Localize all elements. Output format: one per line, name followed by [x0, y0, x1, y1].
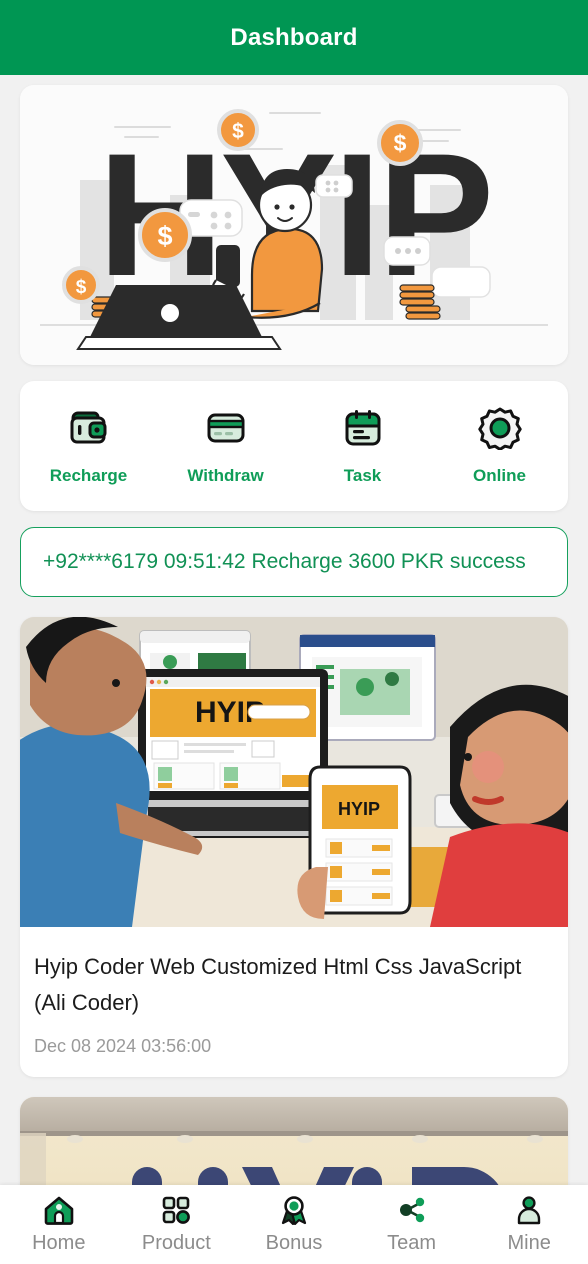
share-network-icon: [399, 1197, 424, 1222]
medal-icon: [281, 1195, 307, 1225]
news-title: Hyip Coder Web Customized Html Css JavaS…: [34, 954, 522, 1016]
tab-label: Bonus: [265, 1231, 323, 1254]
tab-bonus[interactable]: Bonus: [235, 1195, 353, 1255]
svg-text:$: $: [394, 130, 407, 156]
action-label: Online: [473, 466, 526, 485]
notice-banner[interactable]: +92****6179 09:51:42 Recharge 3600 PKR s…: [20, 527, 568, 597]
person-icon: [517, 1195, 541, 1224]
action-online[interactable]: Online: [445, 406, 555, 486]
tab-product[interactable]: Product: [118, 1195, 236, 1255]
news-date: Dec 08 2024 03:56:00: [34, 1035, 212, 1056]
news-card[interactable]: HYIP HYIP Hyip Coder Web Customized Html…: [20, 617, 568, 1077]
tab-label: Home: [32, 1231, 86, 1254]
notice-text: +92****6179 09:51:42 Recharge 3600 PKR s…: [43, 550, 526, 573]
action-label: Withdraw: [187, 466, 264, 485]
tab-home[interactable]: Home: [0, 1195, 118, 1255]
svg-text:$: $: [76, 277, 87, 298]
bottom-navigation: Home Product Bonus Team Mine: [0, 1185, 588, 1264]
tab-team[interactable]: Team: [353, 1195, 471, 1255]
page-title: Dashboard: [230, 23, 358, 51]
action-label: Task: [343, 466, 382, 485]
app-header: Dashboard: [0, 0, 588, 75]
tab-label: Mine: [507, 1231, 551, 1254]
scroll-content[interactable]: HYIP: [0, 75, 588, 1264]
home-icon: [44, 1196, 74, 1225]
quick-actions: Recharge Withdraw Task Online: [20, 381, 568, 511]
gear-icon: [477, 407, 522, 450]
tab-label: Team: [387, 1231, 437, 1254]
svg-text:$: $: [157, 221, 172, 251]
tab-label: Product: [141, 1231, 211, 1254]
credit-card-icon: [207, 413, 244, 443]
svg-text:$: $: [232, 120, 244, 143]
wallet-icon: [70, 411, 106, 444]
action-label: Recharge: [49, 466, 128, 485]
grid-icon: [163, 1196, 191, 1224]
svg-text:HYIP: HYIP: [338, 799, 380, 819]
tab-mine[interactable]: Mine: [470, 1195, 588, 1255]
action-withdraw[interactable]: Withdraw: [171, 406, 281, 486]
action-recharge[interactable]: Recharge: [34, 406, 144, 486]
notepad-icon: [345, 410, 380, 446]
news-image: HYIP HYIP: [20, 617, 568, 927]
hero-banner[interactable]: HYIP: [20, 85, 568, 365]
action-task[interactable]: Task: [308, 406, 418, 486]
hero-illustration: HYIP: [20, 85, 568, 365]
news-body: Hyip Coder Web Customized Html Css JavaS…: [20, 927, 568, 1077]
app-screen: Dashboard $ $ $ $ Recharge Withdraw Task…: [0, 0, 588, 1264]
